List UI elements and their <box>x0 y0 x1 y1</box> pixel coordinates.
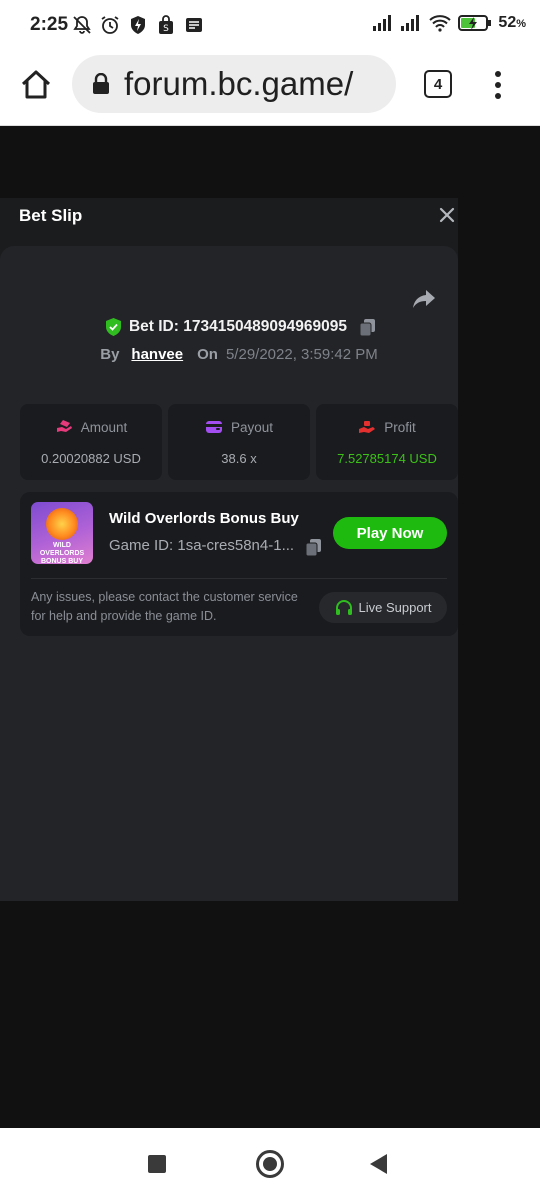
thumbnail-title: WILD OVERLORDS BONUS BUY <box>39 542 85 564</box>
message-icon <box>186 18 202 32</box>
thumbnail-sun-art <box>46 508 78 540</box>
bet-slip-modal: Bet Slip Bet ID: 1734150489094969095 By … <box>0 198 458 901</box>
copy-icon[interactable] <box>360 318 376 336</box>
menu-dot <box>495 93 501 99</box>
menu-dot <box>495 82 501 88</box>
browser-toolbar: forum.bc.game/ 4 <box>0 52 540 126</box>
stat-amount: Amount 0.20020882 USD <box>20 404 162 480</box>
by-label: By <box>100 346 120 363</box>
back-button[interactable] <box>370 1154 387 1174</box>
play-now-button[interactable]: Play Now <box>333 517 447 549</box>
game-id: Game ID: 1sa-cres58n4-1... <box>109 537 295 554</box>
menu-dot <box>495 71 501 77</box>
signal-icon <box>373 15 392 31</box>
game-name: Wild Overlords Bonus Buy <box>109 510 299 527</box>
notification-icons: S <box>72 15 204 35</box>
tab-switcher-button[interactable]: 4 <box>424 70 452 98</box>
stat-value: 38.6 x <box>221 451 257 466</box>
system-nav-bar <box>0 1128 540 1200</box>
home-button[interactable] <box>256 1150 284 1178</box>
money-hand-icon <box>56 420 72 432</box>
shield-check-icon <box>105 318 121 336</box>
modal-body: Bet ID: 1734150489094969095 By hanvee On… <box>0 246 458 901</box>
bet-id-row: Bet ID: 1734150489094969095 <box>0 318 458 336</box>
stat-label: Payout <box>230 419 274 435</box>
clock: 2:25 <box>30 14 69 35</box>
status-bar: 2:25 S 52% <box>0 0 540 52</box>
stat-payout: Payout 38.6 x <box>168 404 310 480</box>
alarm-icon <box>101 16 119 34</box>
recents-button[interactable] <box>148 1155 166 1173</box>
live-support-label: Live Support <box>358 600 432 615</box>
headset-icon <box>335 599 352 615</box>
game-thumbnail[interactable]: WILD OVERLORDS BONUS BUY <box>31 502 93 564</box>
signal-icon <box>401 15 420 31</box>
live-support-button[interactable]: Live Support <box>319 592 447 623</box>
svg-text:S: S <box>163 24 169 34</box>
support-notice: Any issues, please contact the customer … <box>31 590 298 623</box>
bet-meta-row: By hanvee On 5/29/2022, 3:59:42 PM <box>0 346 458 363</box>
bell-off-icon <box>73 16 91 34</box>
bet-date: 5/29/2022, 3:59:42 PM <box>225 346 378 363</box>
battery-percent: 52% <box>498 14 526 31</box>
stat-profit: Profit 7.52785174 USD <box>316 404 458 480</box>
url-text: forum.bc.game/ <box>124 65 354 102</box>
lock-icon <box>93 73 109 94</box>
overflow-menu-button[interactable] <box>488 68 508 102</box>
share-icon[interactable] <box>412 288 436 310</box>
stat-value: 7.52785174 USD <box>337 451 437 466</box>
battery-charging-icon <box>458 15 492 31</box>
wallet-icon <box>205 421 222 433</box>
stat-value: 0.20020882 USD <box>41 451 141 466</box>
wifi-icon <box>429 15 452 32</box>
modal-title: Bet Slip <box>19 206 83 225</box>
status-right: 52% <box>372 14 526 32</box>
username-link[interactable]: hanvee <box>131 346 183 363</box>
game-card: WILD OVERLORDS BONUS BUY Wild Overlords … <box>20 492 458 636</box>
stat-label: Amount <box>80 419 128 435</box>
address-bar[interactable]: forum.bc.game/ <box>72 55 396 113</box>
bet-id: Bet ID: 1734150489094969095 <box>128 318 348 335</box>
shield-flash-icon <box>131 16 145 34</box>
money-hand-icon <box>359 421 376 433</box>
divider <box>31 578 447 579</box>
stat-label: Profit <box>384 419 416 435</box>
bet-stats: Amount 0.20020882 USD Payout 38.6 x Prof… <box>20 404 458 480</box>
on-label: On <box>197 346 218 363</box>
shopping-bag-icon: S <box>159 15 173 34</box>
home-icon[interactable] <box>18 67 54 103</box>
close-icon[interactable] <box>436 204 458 226</box>
copy-icon[interactable] <box>306 539 321 556</box>
